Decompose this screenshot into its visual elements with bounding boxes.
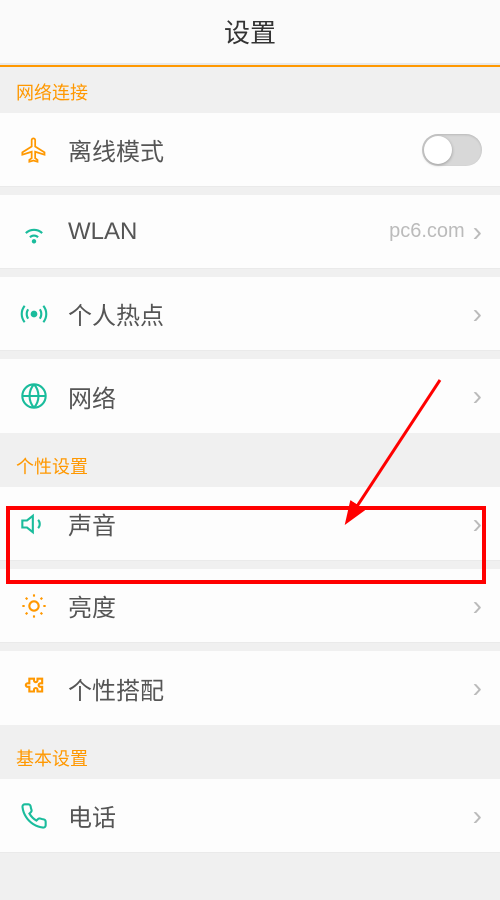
airplane-toggle[interactable] bbox=[422, 134, 482, 166]
theme-item[interactable]: 个性搭配 › bbox=[0, 651, 500, 725]
phone-icon bbox=[18, 800, 50, 832]
sound-label: 声音 bbox=[68, 506, 473, 541]
chevron-right-icon: › bbox=[473, 672, 482, 704]
page-title: 设置 bbox=[224, 13, 276, 50]
phone-item[interactable]: 电话 › bbox=[0, 779, 500, 853]
network-label: 网络 bbox=[68, 379, 473, 414]
globe-icon bbox=[18, 380, 50, 412]
sound-icon bbox=[18, 508, 50, 540]
theme-label: 个性搭配 bbox=[68, 671, 473, 706]
toggle-knob bbox=[424, 136, 452, 164]
network-item[interactable]: 网络 › bbox=[0, 359, 500, 433]
phone-label: 电话 bbox=[68, 798, 473, 833]
brightness-item[interactable]: 亮度 › bbox=[0, 569, 500, 643]
network-list: 离线模式 WLAN pc6.com › 个人热点 › bbox=[0, 113, 500, 433]
header: 设置 bbox=[0, 0, 500, 65]
airplane-icon bbox=[18, 134, 50, 166]
section-personal-header: 个性设置 bbox=[0, 441, 500, 487]
basic-list: 电话 › bbox=[0, 779, 500, 853]
hotspot-label: 个人热点 bbox=[68, 296, 473, 331]
hotspot-icon bbox=[18, 298, 50, 330]
chevron-right-icon: › bbox=[473, 800, 482, 832]
sound-item[interactable]: 声音 › bbox=[0, 487, 500, 561]
wlan-value: pc6.com bbox=[389, 220, 465, 243]
brightness-icon bbox=[18, 590, 50, 622]
chevron-right-icon: › bbox=[473, 590, 482, 622]
section-basic-header: 基本设置 bbox=[0, 733, 500, 779]
chevron-right-icon: › bbox=[473, 216, 482, 248]
section-network-header: 网络连接 bbox=[0, 67, 500, 113]
brightness-label: 亮度 bbox=[68, 588, 473, 623]
chevron-right-icon: › bbox=[473, 380, 482, 412]
airplane-label: 离线模式 bbox=[68, 132, 422, 167]
wlan-item[interactable]: WLAN pc6.com › bbox=[0, 195, 500, 269]
personal-list: 声音 › 亮度 › 个性搭配 › bbox=[0, 487, 500, 725]
wifi-icon bbox=[18, 216, 50, 248]
wlan-label: WLAN bbox=[68, 218, 389, 246]
puzzle-icon bbox=[18, 672, 50, 704]
chevron-right-icon: › bbox=[473, 508, 482, 540]
hotspot-item[interactable]: 个人热点 › bbox=[0, 277, 500, 351]
airplane-mode-item[interactable]: 离线模式 bbox=[0, 113, 500, 187]
chevron-right-icon: › bbox=[473, 298, 482, 330]
